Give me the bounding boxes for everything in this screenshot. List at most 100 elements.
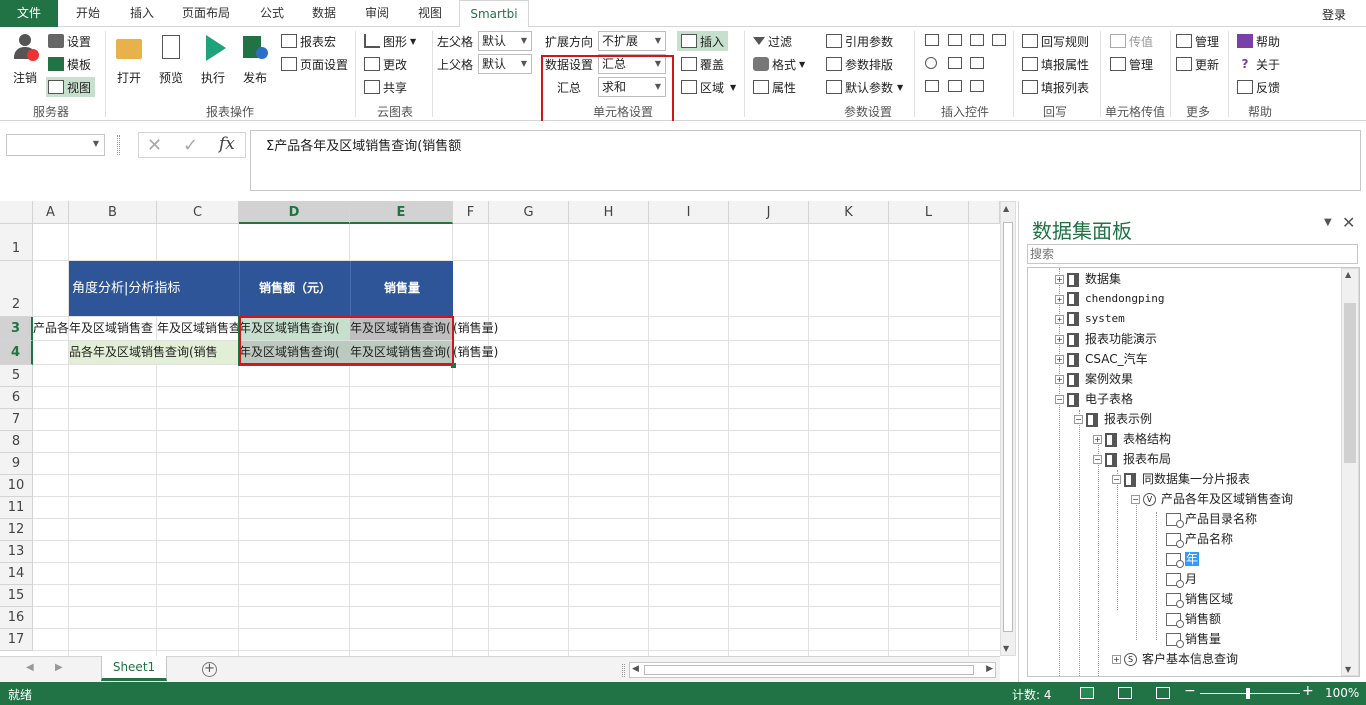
tree-item-report-examples[interactable]: − 报表示例	[1074, 409, 1152, 429]
row-header-7[interactable]: 7	[0, 409, 33, 431]
fill-list-button[interactable]: 填报列表	[1022, 77, 1089, 97]
tab-page-layout[interactable]: 页面布局	[174, 0, 238, 27]
tab-file[interactable]: 文件	[0, 0, 58, 27]
preview-button[interactable]: 预览	[154, 33, 188, 86]
zoom-level[interactable]: 100%	[1325, 686, 1359, 700]
cover-button[interactable]: 覆盖	[681, 54, 724, 74]
top-parent-select[interactable]: 默认 ▼	[478, 54, 532, 74]
logout-button[interactable]: 注销	[8, 33, 42, 86]
tab-insert[interactable]: 插入	[120, 0, 164, 27]
template-button[interactable]: 模板	[48, 54, 91, 74]
row-header-5[interactable]: 5	[0, 365, 33, 387]
tree-item-csac[interactable]: + CSAC_汽车	[1055, 349, 1148, 369]
cell-a3[interactable]: 产品各年及区域销售查	[33, 317, 157, 340]
fill-handle[interactable]	[451, 363, 456, 368]
function-icon[interactable]: fx	[219, 134, 235, 154]
tree-item-system[interactable]: + system	[1055, 309, 1125, 329]
tree-field-sales-volume[interactable]: 销售量	[1166, 629, 1221, 649]
page-setup-button[interactable]: 页面设置	[281, 54, 348, 74]
col-header-b[interactable]: B	[69, 201, 157, 224]
cell-f3[interactable]: (销售量)	[453, 317, 553, 340]
tab-view[interactable]: 视图	[408, 0, 452, 27]
tree-field-sales-amount[interactable]: 销售额	[1166, 609, 1221, 629]
cell-b4[interactable]: 品各年及区域销售查询(销售	[69, 341, 239, 364]
fill-attr-button[interactable]: 填报属性	[1022, 54, 1089, 74]
col-header-l[interactable]: L	[889, 201, 969, 224]
tab-home[interactable]: 开始	[66, 0, 110, 27]
row-header-4[interactable]: 4	[0, 341, 33, 365]
col-header-a[interactable]: A	[33, 201, 69, 224]
panel-search-input[interactable]	[1027, 244, 1358, 264]
tab-smartbi[interactable]: Smartbi	[459, 0, 529, 28]
col-header-d[interactable]: D	[239, 201, 350, 224]
cell-c3[interactable]: 年及区域销售查	[157, 317, 239, 340]
area-button[interactable]: 区域 ▼	[681, 77, 736, 97]
row-header-8[interactable]: 8	[0, 431, 33, 453]
col-header-k[interactable]: K	[809, 201, 889, 224]
tree-field-product-name[interactable]: 产品名称	[1166, 529, 1233, 549]
tree-item-dataset[interactable]: + 数据集	[1055, 269, 1121, 289]
col-header-i[interactable]: I	[649, 201, 729, 224]
checkbox-control-icon[interactable]	[925, 80, 939, 92]
col-header-e[interactable]: E	[350, 201, 453, 224]
login-link[interactable]: 登录	[1322, 6, 1346, 23]
row-header-3[interactable]: 3	[0, 317, 33, 341]
col-header-m[interactable]	[969, 201, 1000, 224]
row-header-13[interactable]: 13	[0, 541, 33, 563]
filter-button[interactable]: 过滤	[753, 31, 792, 51]
insert-button[interactable]: 插入	[677, 31, 729, 51]
row-header-10[interactable]: 10	[0, 475, 33, 497]
grid-control-icon[interactable]	[948, 80, 962, 92]
row-header-2[interactable]: 2	[0, 261, 33, 317]
pass-button[interactable]: 传值	[1110, 31, 1153, 51]
row-header-6[interactable]: 6	[0, 387, 33, 409]
settings-button[interactable]: 设置	[48, 31, 91, 51]
page-layout-view-icon[interactable]	[1118, 687, 1132, 699]
formula-input[interactable]: Σ产品各年及区域销售查询(销售额	[250, 130, 1361, 191]
list-control-icon[interactable]	[948, 34, 962, 46]
zoom-in-icon[interactable]: +	[1302, 683, 1314, 699]
tree-field-sales-region[interactable]: 销售区域	[1166, 589, 1233, 609]
expand-dir-select[interactable]: 不扩展 ▼	[598, 31, 666, 51]
cell-f4[interactable]: (销售量)	[453, 341, 553, 364]
sheet-tab-sheet1[interactable]: Sheet1	[101, 656, 167, 681]
tree-scrollbar[interactable]: ▲ ▼	[1341, 268, 1359, 676]
row-header-12[interactable]: 12	[0, 519, 33, 541]
row-header-11[interactable]: 11	[0, 497, 33, 519]
next-sheet-icon[interactable]: ▶	[55, 662, 63, 673]
col-header-f[interactable]: F	[453, 201, 489, 224]
about-button[interactable]: ? 关于	[1237, 54, 1281, 74]
cell-e2[interactable]: 销售量	[350, 261, 453, 316]
cancel-icon[interactable]: ✕	[147, 135, 162, 156]
zoom-slider-thumb[interactable]	[1246, 688, 1250, 699]
row-header-16[interactable]: 16	[0, 607, 33, 629]
default-param-button[interactable]: 默认参数 ▼	[826, 77, 903, 97]
feedback-button[interactable]: 反馈	[1237, 77, 1280, 97]
open-button[interactable]: 打开	[112, 33, 146, 86]
tree-item-table-structure[interactable]: + 表格结构	[1093, 429, 1171, 449]
tree-field-year[interactable]: 年	[1166, 549, 1200, 569]
execute-button[interactable]: 执行	[196, 33, 230, 86]
attr-button[interactable]: 属性	[753, 77, 796, 97]
confirm-icon[interactable]: ✓	[183, 135, 198, 156]
param-layout-button[interactable]: 参数排版	[826, 54, 893, 74]
add-sheet-icon[interactable]: +	[202, 662, 217, 677]
zoom-out-icon[interactable]: −	[1184, 683, 1196, 699]
combo-control-icon[interactable]	[970, 34, 984, 46]
textbox-control-icon[interactable]	[925, 34, 939, 46]
row-header-9[interactable]: 9	[0, 453, 33, 475]
tree-item-sharded-report[interactable]: − 同数据集一分片报表	[1112, 469, 1250, 489]
name-box[interactable]: ▼	[6, 134, 105, 156]
tree-item-report-demo[interactable]: + 报表功能演示	[1055, 329, 1157, 349]
tree-item-case-effect[interactable]: + 案例效果	[1055, 369, 1133, 389]
sheet-horizontal-scrollbar[interactable]: ◀ ▶	[629, 662, 996, 678]
radio-control-icon[interactable]	[925, 57, 937, 69]
tree-item-chendongping[interactable]: + chendongping	[1055, 289, 1164, 309]
page-break-view-icon[interactable]	[1156, 687, 1170, 699]
spreadsheet-grid[interactable]: A B C D E F G H I J K L 1 2 3 4 5 6 7 8 …	[0, 201, 1000, 656]
more-manage-button[interactable]: 管理	[1176, 31, 1219, 51]
change-button[interactable]: 更改	[364, 54, 407, 74]
normal-view-icon[interactable]	[1080, 687, 1094, 699]
multi-control-icon[interactable]	[970, 57, 984, 69]
writeback-rule-button[interactable]: 回写规则	[1022, 31, 1089, 51]
